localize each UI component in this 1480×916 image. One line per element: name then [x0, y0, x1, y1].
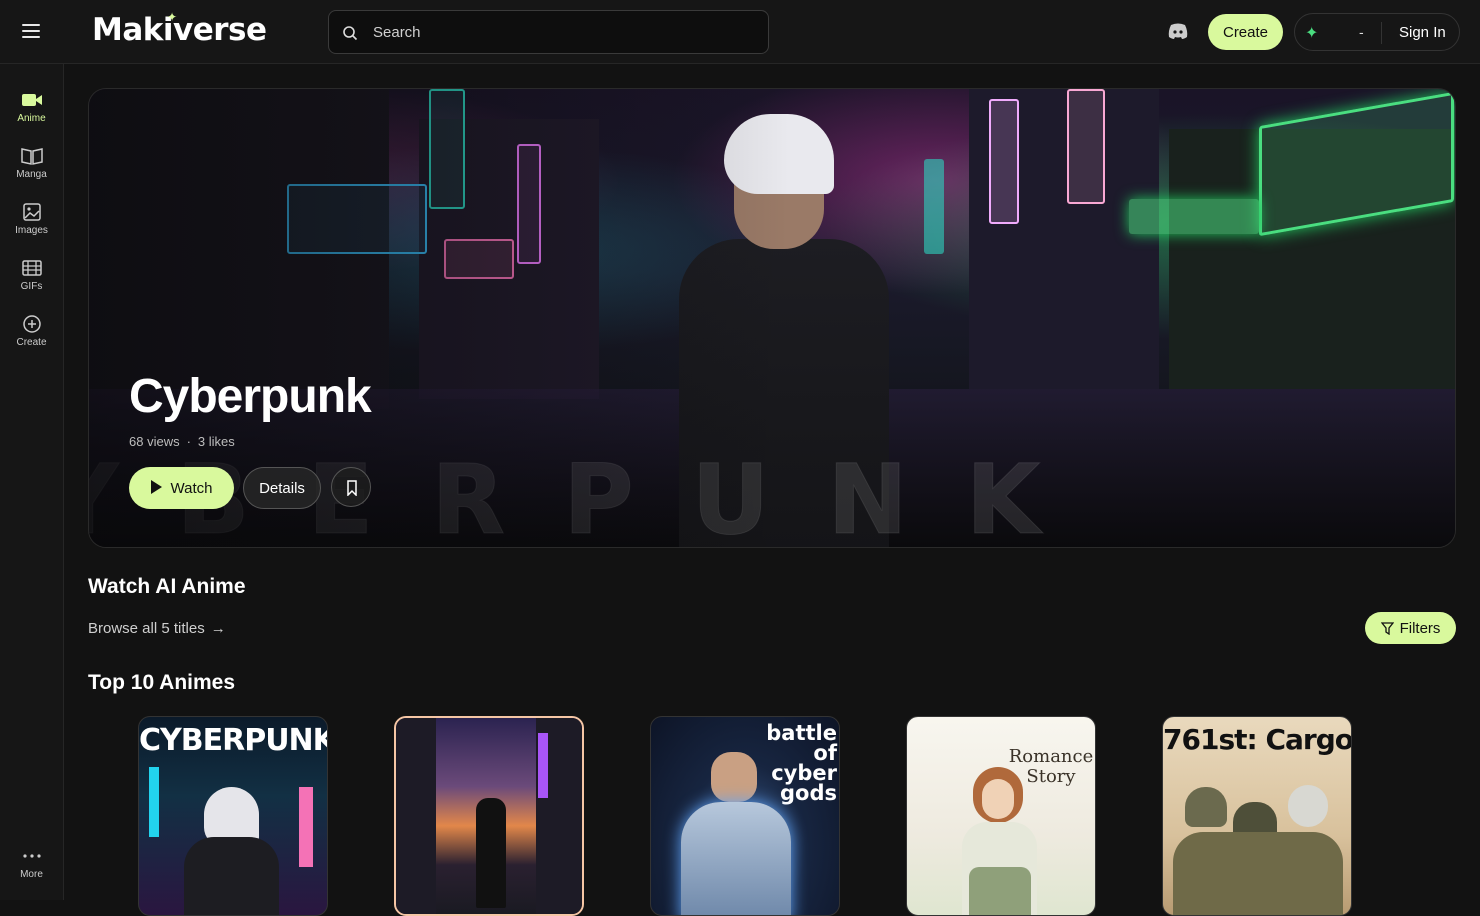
card-building	[396, 718, 436, 914]
menu-icon[interactable]	[18, 20, 44, 44]
logo[interactable]: Makiverse	[92, 12, 267, 48]
browse-all-link[interactable]: Browse all 5 titles →	[88, 620, 226, 637]
bookmark-icon	[347, 480, 357, 496]
sidebar-item-label: Create	[16, 337, 47, 348]
filters-button[interactable]: Filters	[1365, 612, 1456, 644]
sidebar-item-more[interactable]: More	[0, 846, 63, 896]
anime-card[interactable]: 761st: Cargo	[1162, 716, 1352, 916]
neon-sign	[989, 99, 1019, 224]
credits-value: -	[1359, 24, 1364, 40]
filters-label: Filters	[1399, 619, 1441, 637]
anime-card[interactable]: CYBERPUNK	[138, 716, 328, 916]
likes-count: 3 likes	[197, 434, 235, 449]
sign-in-button[interactable]: Sign In	[1399, 24, 1446, 41]
create-button[interactable]: Create	[1208, 14, 1283, 50]
sidebar-item-manga[interactable]: Manga	[0, 146, 63, 196]
hero-banner[interactable]: YBERPUNK Cyberpunk 68 views·3 likes Watc…	[88, 88, 1456, 548]
sidebar-item-label: More	[20, 869, 43, 880]
anime-card[interactable]: Romance Story	[906, 716, 1096, 916]
search-icon	[343, 26, 358, 41]
anime-card[interactable]: battle of cyber gods	[650, 716, 840, 916]
search-bar[interactable]	[328, 10, 769, 54]
browse-label: Browse all 5 titles	[88, 620, 205, 637]
plus-circle-icon	[22, 315, 41, 333]
sparkle-credits-icon: ✦	[1305, 25, 1319, 42]
sidebar-item-anime[interactable]: Anime	[0, 90, 63, 140]
sidebar-item-label: Manga	[16, 169, 47, 180]
card-character	[476, 798, 506, 908]
card-soldier	[1288, 785, 1328, 827]
open-book-icon	[20, 148, 43, 165]
separator-dot: ·	[186, 434, 191, 449]
discord-icon[interactable]	[1167, 22, 1189, 40]
neon-sign	[299, 787, 313, 867]
card-soldiers-bodies	[1173, 832, 1343, 915]
card-title: 761st: Cargo	[1163, 723, 1352, 756]
more-dots-icon	[22, 854, 41, 858]
arrow-right-icon: →	[210, 620, 226, 637]
card-title: CYBERPUNK	[139, 723, 328, 758]
sidebar-item-label: GIFs	[20, 281, 43, 292]
card-character-armor	[681, 802, 791, 915]
card-title: battle of cyber gods	[766, 721, 837, 805]
top-bar: Makiverse ✦ Create ✦ - Sign In	[0, 0, 1480, 64]
views-count: 68 views	[129, 434, 180, 449]
anime-card[interactable]	[394, 716, 584, 916]
film-icon	[21, 260, 42, 276]
card-character-face	[982, 779, 1014, 819]
neon-sign	[149, 767, 159, 837]
details-button[interactable]: Details	[243, 467, 321, 509]
image-icon	[22, 203, 41, 221]
filter-icon	[1380, 621, 1394, 635]
card-character	[184, 837, 279, 915]
hero-title: Cyberpunk	[129, 370, 372, 423]
card-character-skirt	[969, 867, 1031, 915]
sidebar-item-images[interactable]: Images	[0, 202, 63, 252]
neon-sign	[538, 733, 548, 798]
watch-button[interactable]: Watch	[129, 467, 234, 509]
divider	[1381, 22, 1382, 44]
sidebar-item-gifs[interactable]: GIFs	[0, 258, 63, 308]
sidebar: Anime Manga Images GIFs Create More	[0, 64, 64, 900]
search-input[interactable]	[373, 11, 753, 53]
neon-sign	[924, 159, 944, 254]
sparkle-icon: ✦	[167, 10, 178, 24]
video-camera-icon	[21, 94, 42, 106]
neon-sign	[1129, 199, 1259, 234]
watch-label: Watch	[170, 479, 213, 497]
card-soldier	[1185, 787, 1227, 827]
top-animes-title: Top 10 Animes	[88, 671, 236, 694]
card-character-face	[711, 752, 757, 802]
sidebar-item-create[interactable]: Create	[0, 314, 63, 364]
hero-stats: 68 views · 3 likes	[129, 434, 235, 449]
play-icon	[150, 479, 162, 494]
section-title: Watch AI Anime	[88, 575, 246, 598]
sidebar-item-label: Anime	[17, 113, 46, 124]
bookmark-button[interactable]	[331, 467, 371, 507]
account-controls: ✦ - Sign In	[1294, 13, 1460, 51]
sidebar-item-label: Images	[15, 225, 48, 236]
neon-sign	[1067, 89, 1105, 204]
